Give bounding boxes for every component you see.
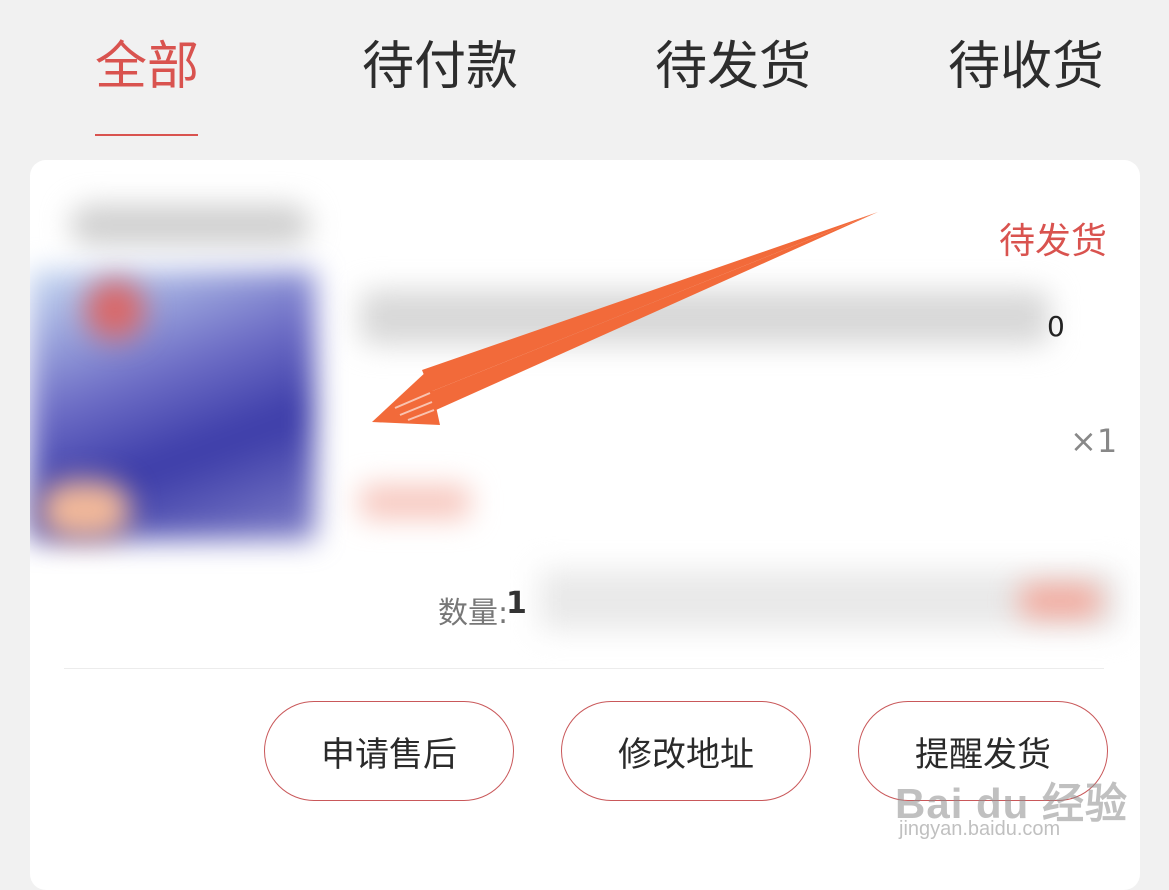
tab-pending-payment[interactable]: 待付款 [362, 32, 518, 102]
divider [64, 668, 1104, 669]
price-fragment: 0 [1047, 310, 1065, 343]
order-card[interactable]: 待发货 0 ×1 数量: 1 申请售后 修改地址 提醒发货 [30, 160, 1140, 890]
tab-all[interactable]: 全部 [95, 32, 199, 102]
product-image-detail [85, 280, 145, 340]
after-sales-button[interactable]: 申请售后 [264, 701, 514, 801]
order-tabs: 全部 待付款 待发货 待收货 [0, 0, 1169, 150]
tab-pending-receipt[interactable]: 待收货 [948, 32, 1104, 102]
active-tab-indicator [95, 134, 198, 136]
quantity-label: 数量: [438, 596, 509, 631]
order-total-redacted [1020, 585, 1100, 617]
product-title-redacted[interactable] [360, 290, 1050, 345]
item-count: ×1 [1070, 422, 1118, 460]
quantity-value: 1 [506, 586, 527, 621]
product-image-detail [40, 480, 130, 540]
order-status: 待发货 [998, 221, 1107, 262]
modify-address-button[interactable]: 修改地址 [561, 701, 811, 801]
product-tag-redacted [360, 485, 470, 519]
shop-name-redacted [70, 205, 310, 245]
tab-pending-shipment[interactable]: 待发货 [655, 32, 811, 102]
remind-shipping-button[interactable]: 提醒发货 [858, 701, 1108, 801]
